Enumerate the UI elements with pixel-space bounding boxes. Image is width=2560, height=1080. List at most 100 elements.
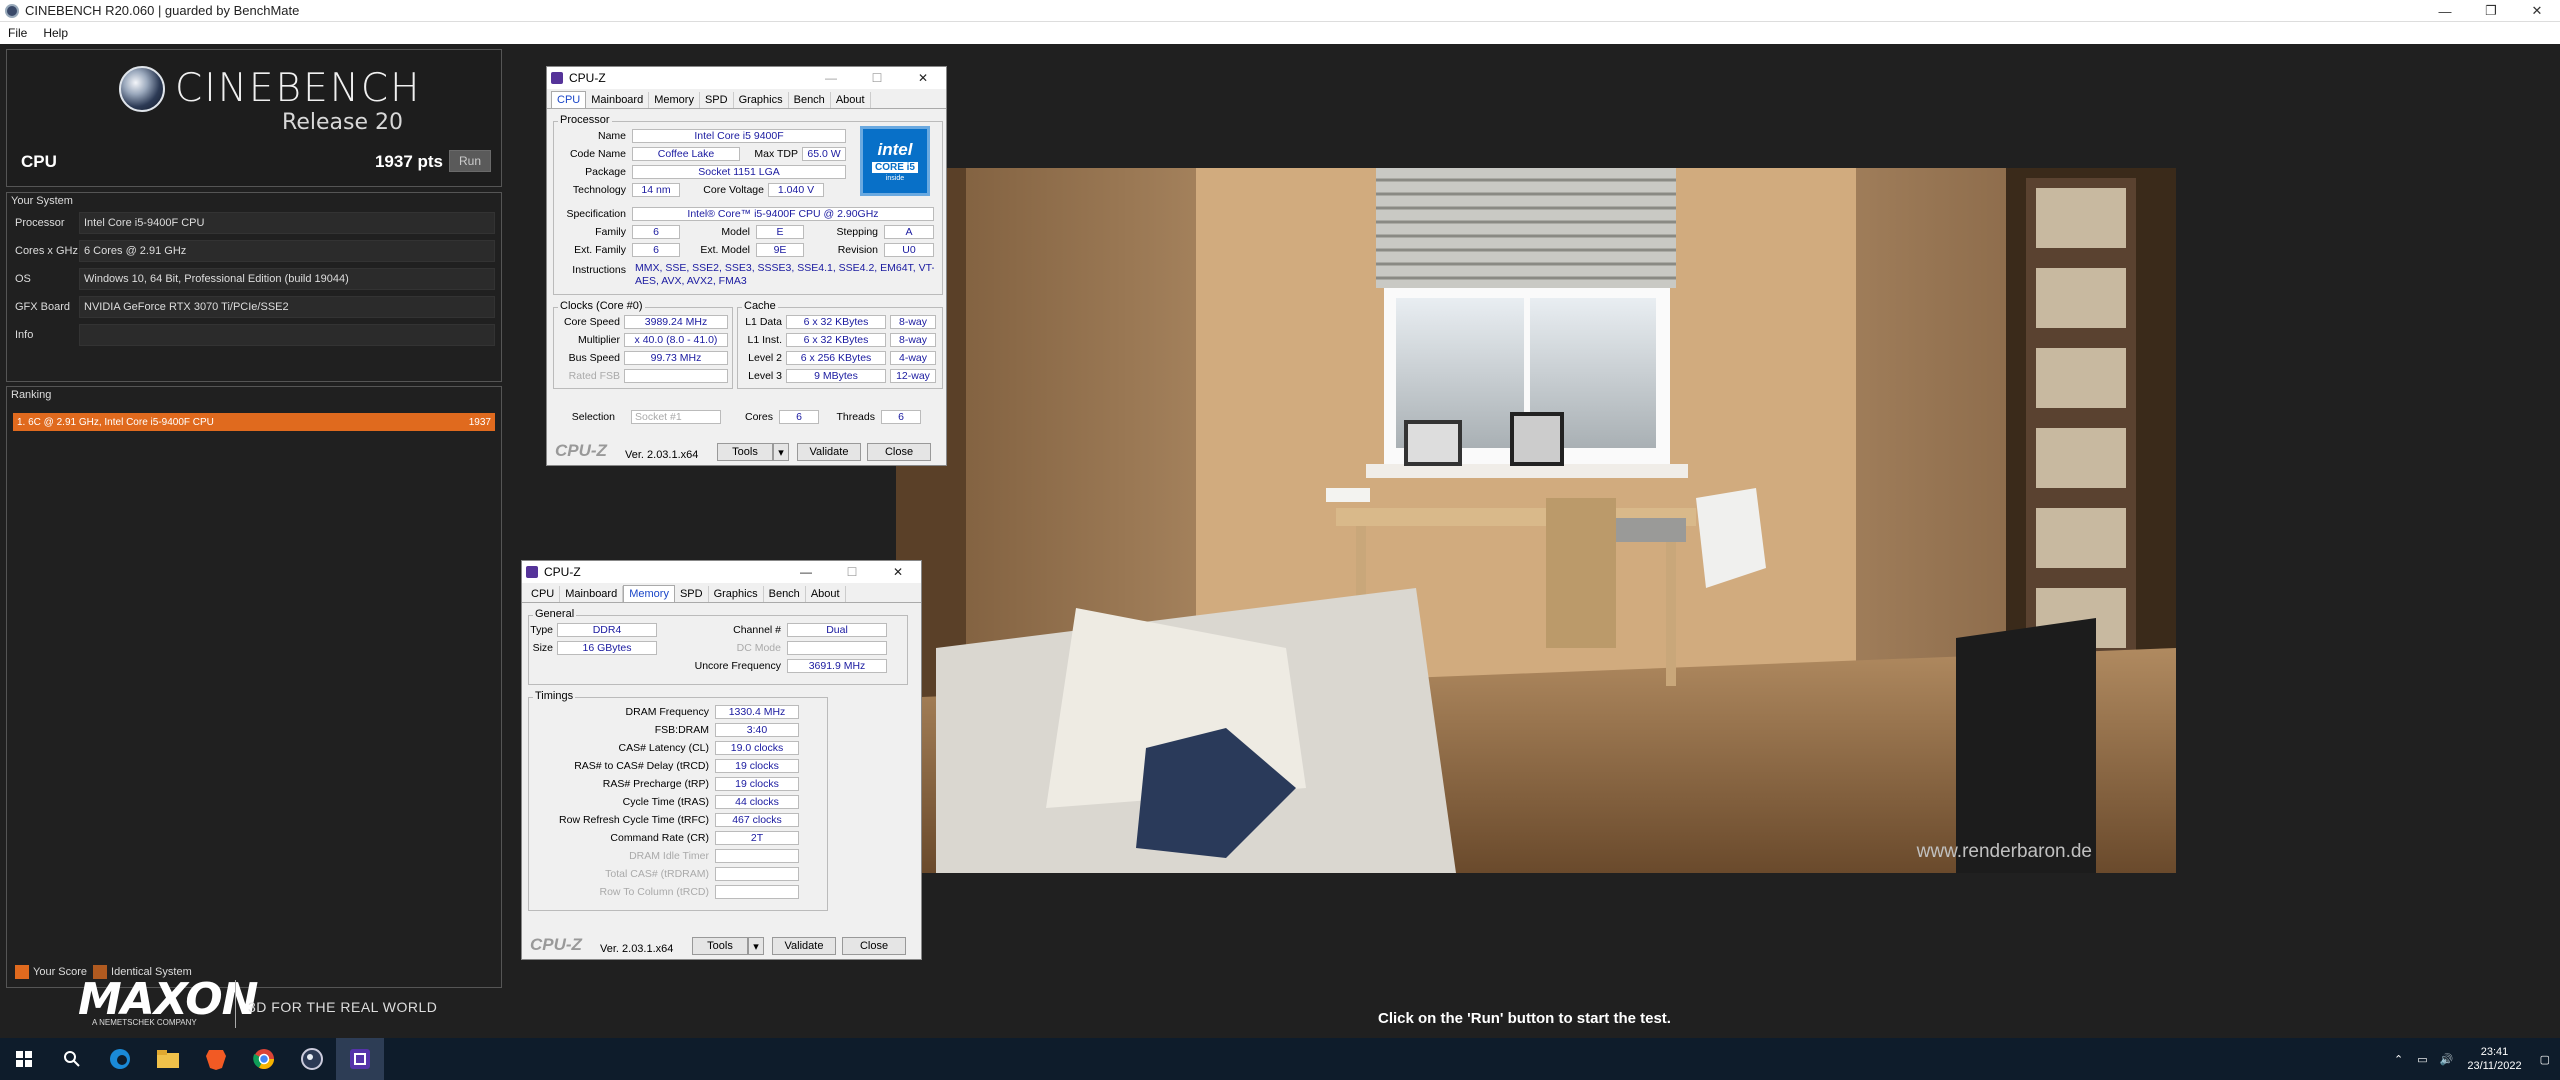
corevoltage-label: Core Voltage: [703, 184, 764, 196]
file-explorer-icon[interactable]: [144, 1038, 192, 1080]
render-scene-image: www.renderbaron.de: [896, 168, 2176, 873]
search-icon[interactable]: [48, 1038, 96, 1080]
multiplier-label: Multiplier: [577, 334, 620, 346]
maxtdp-value: 65.0 W: [802, 147, 846, 161]
minimize-icon[interactable]: —: [808, 71, 854, 85]
ranking-label: 1. 6C @ 2.91 GHz, Intel Core i5-9400F CP…: [17, 416, 214, 428]
menu-help[interactable]: Help: [35, 26, 76, 40]
tab-memory[interactable]: Memory: [649, 92, 700, 108]
menu-file[interactable]: File: [0, 26, 35, 40]
chevron-down-icon[interactable]: ▾: [773, 443, 789, 461]
spec-label: Specification: [566, 208, 626, 220]
your-system-title: Your System: [11, 195, 73, 207]
run-button[interactable]: Run: [449, 150, 491, 172]
threads-label: Threads: [836, 411, 875, 423]
tab-cpu[interactable]: CPU: [551, 91, 587, 108]
notifications-icon[interactable]: ▢: [2530, 1053, 2560, 1066]
tab-spd[interactable]: SPD: [675, 586, 709, 602]
restore-icon[interactable]: ❐: [2468, 0, 2514, 22]
family-label: Family: [595, 226, 626, 238]
tab-cpu[interactable]: CPU: [526, 586, 561, 602]
timing-value: 19 clocks: [715, 777, 799, 791]
dcmode-value: [787, 641, 887, 655]
dcmode-label: DC Mode: [736, 642, 781, 654]
stepping-label: Stepping: [836, 226, 878, 238]
tab-mainboard[interactable]: Mainboard: [586, 92, 650, 108]
l1inst-value: 6 x 32 KBytes: [786, 333, 886, 347]
tab-bench[interactable]: Bench: [764, 586, 806, 602]
cpuz-logo: CPU-Z: [530, 935, 582, 954]
tab-about[interactable]: About: [831, 92, 871, 108]
ranking-row[interactable]: 1. 6C @ 2.91 GHz, Intel Core i5-9400F CP…: [13, 413, 495, 431]
cpuz-version: Ver. 2.03.1.x64: [600, 943, 674, 955]
cpuz-tabs: CPU Mainboard Memory SPD Graphics Bench …: [547, 89, 946, 109]
timings-group: Timings DRAM Frequency 1330.4 MHz FSB:DR…: [528, 690, 828, 911]
tab-memory[interactable]: Memory: [623, 585, 675, 602]
close-icon[interactable]: ✕: [900, 71, 946, 85]
cpuz-icon[interactable]: [336, 1038, 384, 1080]
type-label: Type: [530, 624, 553, 636]
tab-bench[interactable]: Bench: [789, 92, 831, 108]
tab-graphics[interactable]: Graphics: [709, 586, 764, 602]
busspeed-value: 99.73 MHz: [624, 351, 728, 365]
system-tray: ⌃ ▭ 🔊 23:41 23/11/2022 ▢: [2386, 1038, 2560, 1080]
cinebench-logo-icon: [119, 66, 165, 112]
general-group: General Type DDR4 Channel # Dual Size 16…: [528, 608, 908, 685]
l3-way: 12-way: [890, 369, 936, 383]
cinebench-app-icon: [5, 3, 19, 18]
timing-value: 2T: [715, 831, 799, 845]
name-value: Intel Core i5 9400F: [632, 129, 846, 143]
package-value: Socket 1151 LGA: [632, 165, 846, 179]
your-score-swatch: [15, 965, 29, 979]
validate-button[interactable]: Validate: [797, 443, 861, 461]
minimize-icon[interactable]: —: [783, 565, 829, 579]
package-label: Package: [585, 166, 626, 178]
tools-button[interactable]: Tools: [717, 443, 773, 461]
window-controls: — ❐ ✕: [2422, 0, 2560, 22]
revision-value: U0: [884, 243, 934, 257]
tab-mainboard[interactable]: Mainboard: [560, 586, 624, 602]
processor-group: Processor Name Intel Core i5 9400F Code …: [553, 114, 943, 295]
clock[interactable]: 23:41 23/11/2022: [2459, 1045, 2529, 1073]
window-title-bar: CINEBENCH R20.060 | guarded by BenchMate…: [0, 0, 2560, 22]
tools-button[interactable]: Tools: [692, 937, 748, 955]
timing-label: RAS# Precharge (tRP): [602, 778, 709, 790]
sys-row-gfx: GFX Board NVIDIA GeForce RTX 3070 Ti/PCI…: [11, 295, 495, 319]
close-icon[interactable]: ✕: [2514, 0, 2560, 22]
timing-value: 467 clocks: [715, 813, 799, 827]
instructions-line1: MMX, SSE, SSE2, SSE3, SSSE3, SSE4.1, SSE…: [635, 262, 934, 274]
network-icon[interactable]: ▭: [2411, 1053, 2433, 1066]
chevron-down-icon[interactable]: ▾: [748, 937, 764, 955]
timing-label: DRAM Idle Timer: [629, 850, 709, 862]
cinebench-release: Release 20: [282, 110, 403, 135]
timing-value: 19 clocks: [715, 759, 799, 773]
ratedfsb-value: [624, 369, 728, 383]
uncore-label: Uncore Frequency: [694, 660, 781, 672]
minimize-icon[interactable]: —: [2422, 0, 2468, 22]
validate-button[interactable]: Validate: [772, 937, 836, 955]
timing-label: Row To Column (tRCD): [599, 886, 710, 898]
l1data-label: L1 Data: [745, 316, 782, 328]
cpuz-app-icon: [551, 72, 563, 84]
cpu-score-row: CPU 1937 pts Run: [13, 146, 503, 176]
edge-icon[interactable]: [96, 1038, 144, 1080]
cpuz-version: Ver. 2.03.1.x64: [625, 449, 699, 461]
volume-icon[interactable]: 🔊: [2434, 1053, 2460, 1066]
channel-label: Channel #: [733, 624, 781, 636]
tab-about[interactable]: About: [806, 586, 846, 602]
info-input[interactable]: [79, 324, 495, 346]
selection-dropdown[interactable]: Socket #1: [631, 410, 721, 424]
close-button[interactable]: Close: [867, 443, 931, 461]
cinebench-icon[interactable]: [288, 1038, 336, 1080]
chevron-up-icon[interactable]: ⌃: [2386, 1053, 2411, 1066]
cache-group: Cache L1 Data 6 x 32 KBytes 8-way L1 Ins…: [737, 300, 943, 389]
windows-start-icon[interactable]: [0, 1038, 48, 1080]
busspeed-label: Bus Speed: [568, 352, 620, 364]
brave-icon[interactable]: [192, 1038, 240, 1080]
tab-graphics[interactable]: Graphics: [734, 92, 789, 108]
timing-value: [715, 885, 799, 899]
close-icon[interactable]: ✕: [875, 565, 921, 579]
chrome-icon[interactable]: [240, 1038, 288, 1080]
tab-spd[interactable]: SPD: [700, 92, 734, 108]
close-button[interactable]: Close: [842, 937, 906, 955]
